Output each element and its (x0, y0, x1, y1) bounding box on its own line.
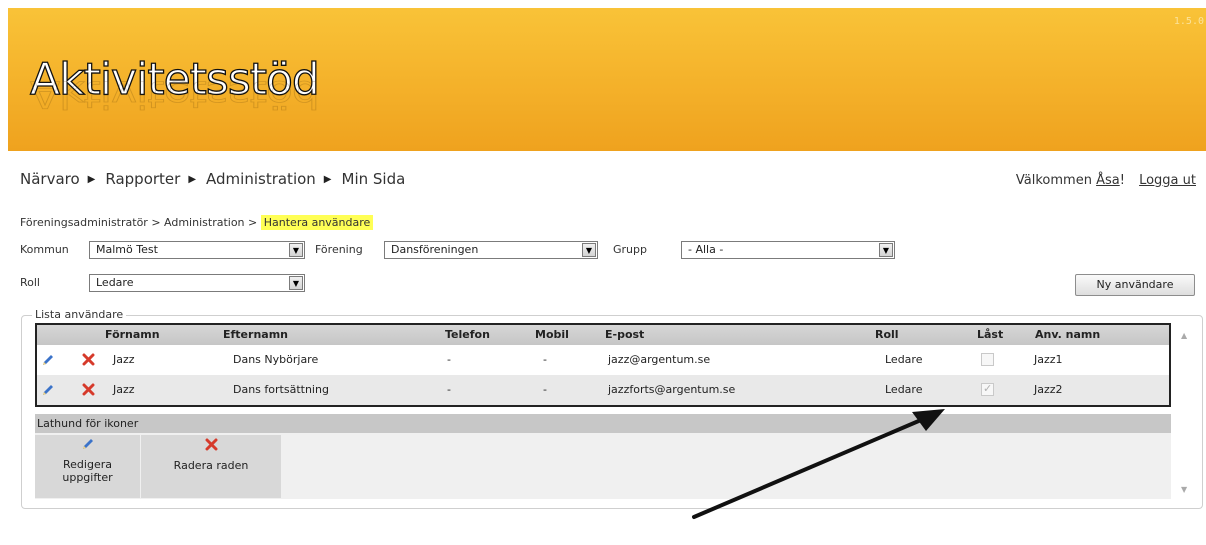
vertical-scrollbar[interactable]: ▲ ▼ (1177, 325, 1194, 501)
main-nav: Närvaro ▶ Rapporter ▶ Administration ▶ M… (20, 170, 405, 188)
col-fornamn[interactable]: Förnamn (105, 325, 160, 345)
nav-item-rapporter[interactable]: Rapporter (105, 170, 180, 188)
user-table: Förnamn Efternamn Telefon Mobil E-post R… (35, 323, 1171, 407)
nav-item-administration[interactable]: Administration (206, 170, 316, 188)
col-roll[interactable]: Roll (875, 325, 899, 345)
forening-select-value: Dansföreningen (391, 243, 479, 256)
grupp-select[interactable]: - Alla - ▼ (681, 241, 895, 259)
dropdown-arrow-icon: ▼ (582, 243, 596, 257)
roll-label: Roll (20, 276, 40, 289)
icon-legend-title: Lathund för ikoner (35, 414, 1171, 433)
version-label: 1.5.0 (1173, 16, 1204, 27)
cell-epost: jazz@argentum.se (608, 353, 711, 366)
cell-efternamn: Dans Nybörjare (233, 353, 319, 366)
kommun-label: Kommun (20, 243, 69, 256)
cell-anvnamn: Jazz1 (1034, 353, 1063, 366)
logout-link[interactable]: Logga ut (1139, 173, 1196, 188)
legend-item-delete-label: Radera raden (173, 459, 249, 472)
user-name-link[interactable]: Åsa (1096, 173, 1120, 188)
delete-icon[interactable] (82, 353, 95, 369)
col-mobil[interactable]: Mobil (535, 325, 569, 345)
col-telefon[interactable]: Telefon (445, 325, 490, 345)
table-header: Förnamn Efternamn Telefon Mobil E-post R… (37, 325, 1169, 345)
roll-select-value: Ledare (96, 276, 134, 289)
cell-telefon: - (447, 383, 451, 396)
col-last[interactable]: Låst (977, 325, 1003, 345)
kommun-select-value: Malmö Test (96, 243, 158, 256)
grupp-select-value: - Alla - (688, 243, 724, 256)
cell-fornamn: Jazz (113, 353, 135, 366)
dropdown-arrow-icon: ▼ (289, 243, 303, 257)
table-row: Jazz Dans fortsättning - - jazzforts@arg… (37, 375, 1169, 405)
cell-roll: Ledare (885, 353, 923, 366)
user-list-legend: Lista användare (32, 308, 127, 321)
legend-item-edit: Redigera uppgifter (35, 435, 140, 498)
scroll-up-icon[interactable]: ▲ (1181, 331, 1187, 340)
cell-mobil: - (543, 353, 547, 366)
app-header: 1.5.0 Aktivitetsstöd Aktivitetsstöd (8, 8, 1206, 151)
scroll-down-icon[interactable]: ▼ (1181, 485, 1187, 494)
delete-icon[interactable] (82, 383, 95, 399)
cell-anvnamn: Jazz2 (1034, 383, 1063, 396)
pencil-icon[interactable] (41, 353, 55, 370)
welcome-area: Välkommen Åsa! Logga ut (1016, 173, 1196, 188)
col-epost[interactable]: E-post (605, 325, 644, 345)
triangle-right-icon: ▶ (323, 173, 332, 185)
roll-select[interactable]: Ledare ▼ (89, 274, 305, 292)
breadcrumb: Föreningsadministratör > Administration … (20, 215, 374, 230)
cell-mobil: - (543, 383, 547, 396)
breadcrumb-path: Föreningsadministratör > Administration … (20, 216, 258, 229)
welcome-suffix: ! (1119, 173, 1125, 188)
nav-item-narvaro[interactable]: Närvaro (20, 170, 80, 188)
cell-telefon: - (447, 353, 451, 366)
nav-item-min-sida[interactable]: Min Sida (342, 170, 406, 188)
triangle-right-icon: ▶ (188, 173, 197, 185)
dropdown-arrow-icon: ▼ (879, 243, 893, 257)
grupp-label: Grupp (613, 243, 647, 256)
delete-icon (141, 438, 281, 454)
new-user-button[interactable]: Ny användare (1075, 274, 1195, 296)
col-anvnamn[interactable]: Anv. namn (1035, 325, 1100, 345)
icon-legend-panel: Lathund för ikoner Redigera uppgifter Ra… (35, 414, 1171, 499)
forening-label: Förening (315, 243, 363, 256)
legend-item-edit-label: Redigera uppgifter (62, 458, 113, 484)
table-row: Jazz Dans Nybörjare - - jazz@argentum.se… (37, 345, 1169, 375)
forening-select[interactable]: Dansföreningen ▼ (384, 241, 598, 259)
breadcrumb-current: Hantera användare (260, 215, 374, 230)
welcome-text: Välkommen (1015, 173, 1092, 188)
cell-fornamn: Jazz (113, 383, 135, 396)
triangle-right-icon: ▶ (87, 173, 96, 185)
locked-checkbox[interactable] (981, 353, 994, 366)
annotation-arrow (692, 409, 945, 519)
col-efternamn[interactable]: Efternamn (223, 325, 288, 345)
legend-item-delete: Radera raden (141, 435, 281, 498)
pencil-icon (35, 437, 140, 454)
kommun-select[interactable]: Malmö Test ▼ (89, 241, 305, 259)
pencil-icon[interactable] (41, 383, 55, 400)
locked-checkbox[interactable] (981, 382, 994, 396)
dropdown-arrow-icon: ▼ (289, 276, 303, 290)
cell-efternamn: Dans fortsättning (233, 383, 329, 396)
